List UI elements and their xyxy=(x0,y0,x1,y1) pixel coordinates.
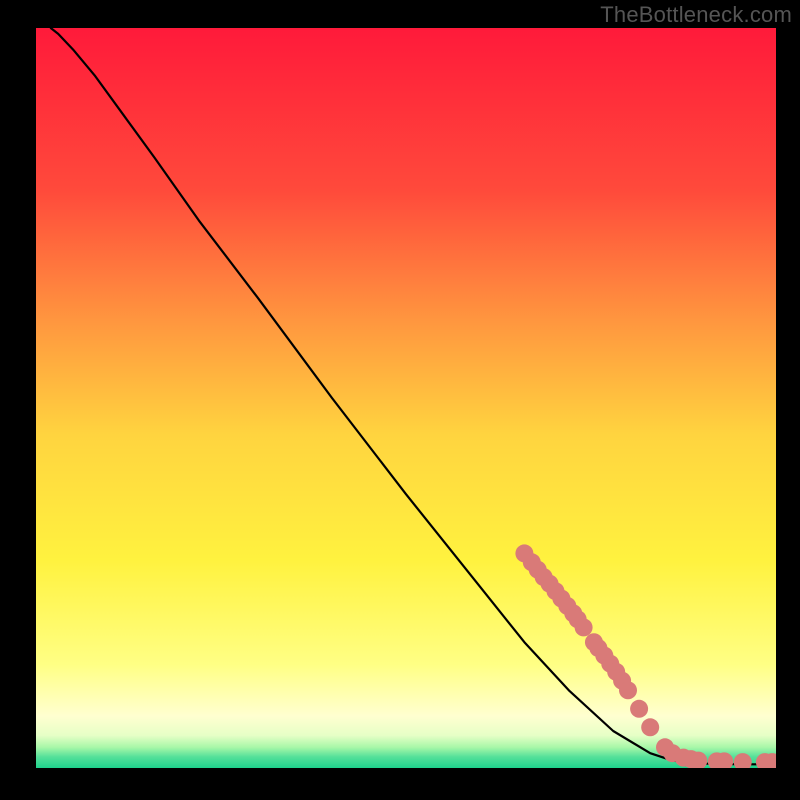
data-marker xyxy=(575,618,593,636)
plot-area xyxy=(36,28,776,768)
data-marker xyxy=(619,681,637,699)
watermark-text: TheBottleneck.com xyxy=(600,2,792,28)
chart-svg xyxy=(36,28,776,768)
gradient-background xyxy=(36,28,776,768)
chart-frame: TheBottleneck.com xyxy=(0,0,800,800)
data-marker xyxy=(641,718,659,736)
data-marker xyxy=(630,700,648,718)
